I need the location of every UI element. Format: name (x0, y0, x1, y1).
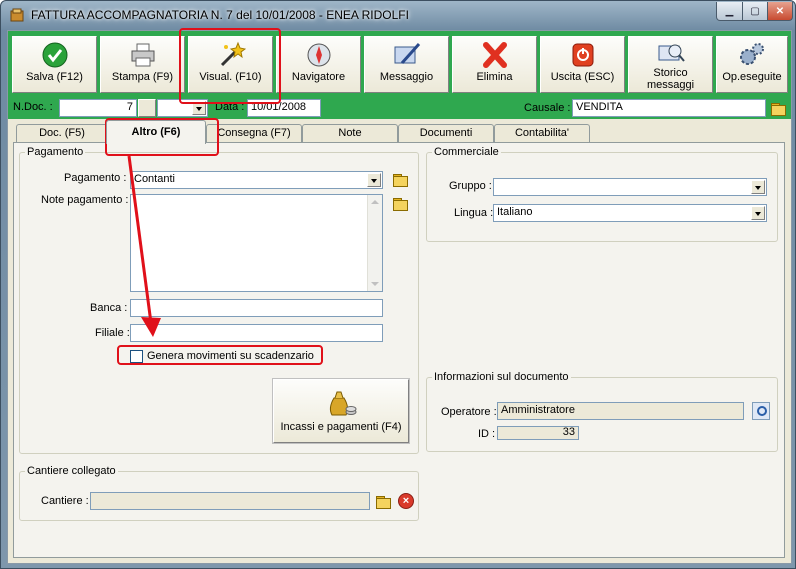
annotation-arrow (127, 155, 161, 337)
application-window: FATTURA ACCOMPAGNATORIA N. 7 del 10/01/2… (0, 0, 796, 569)
arrow-head-icon (141, 317, 161, 337)
tab-altro[interactable]: Altro (F6) (106, 120, 206, 144)
